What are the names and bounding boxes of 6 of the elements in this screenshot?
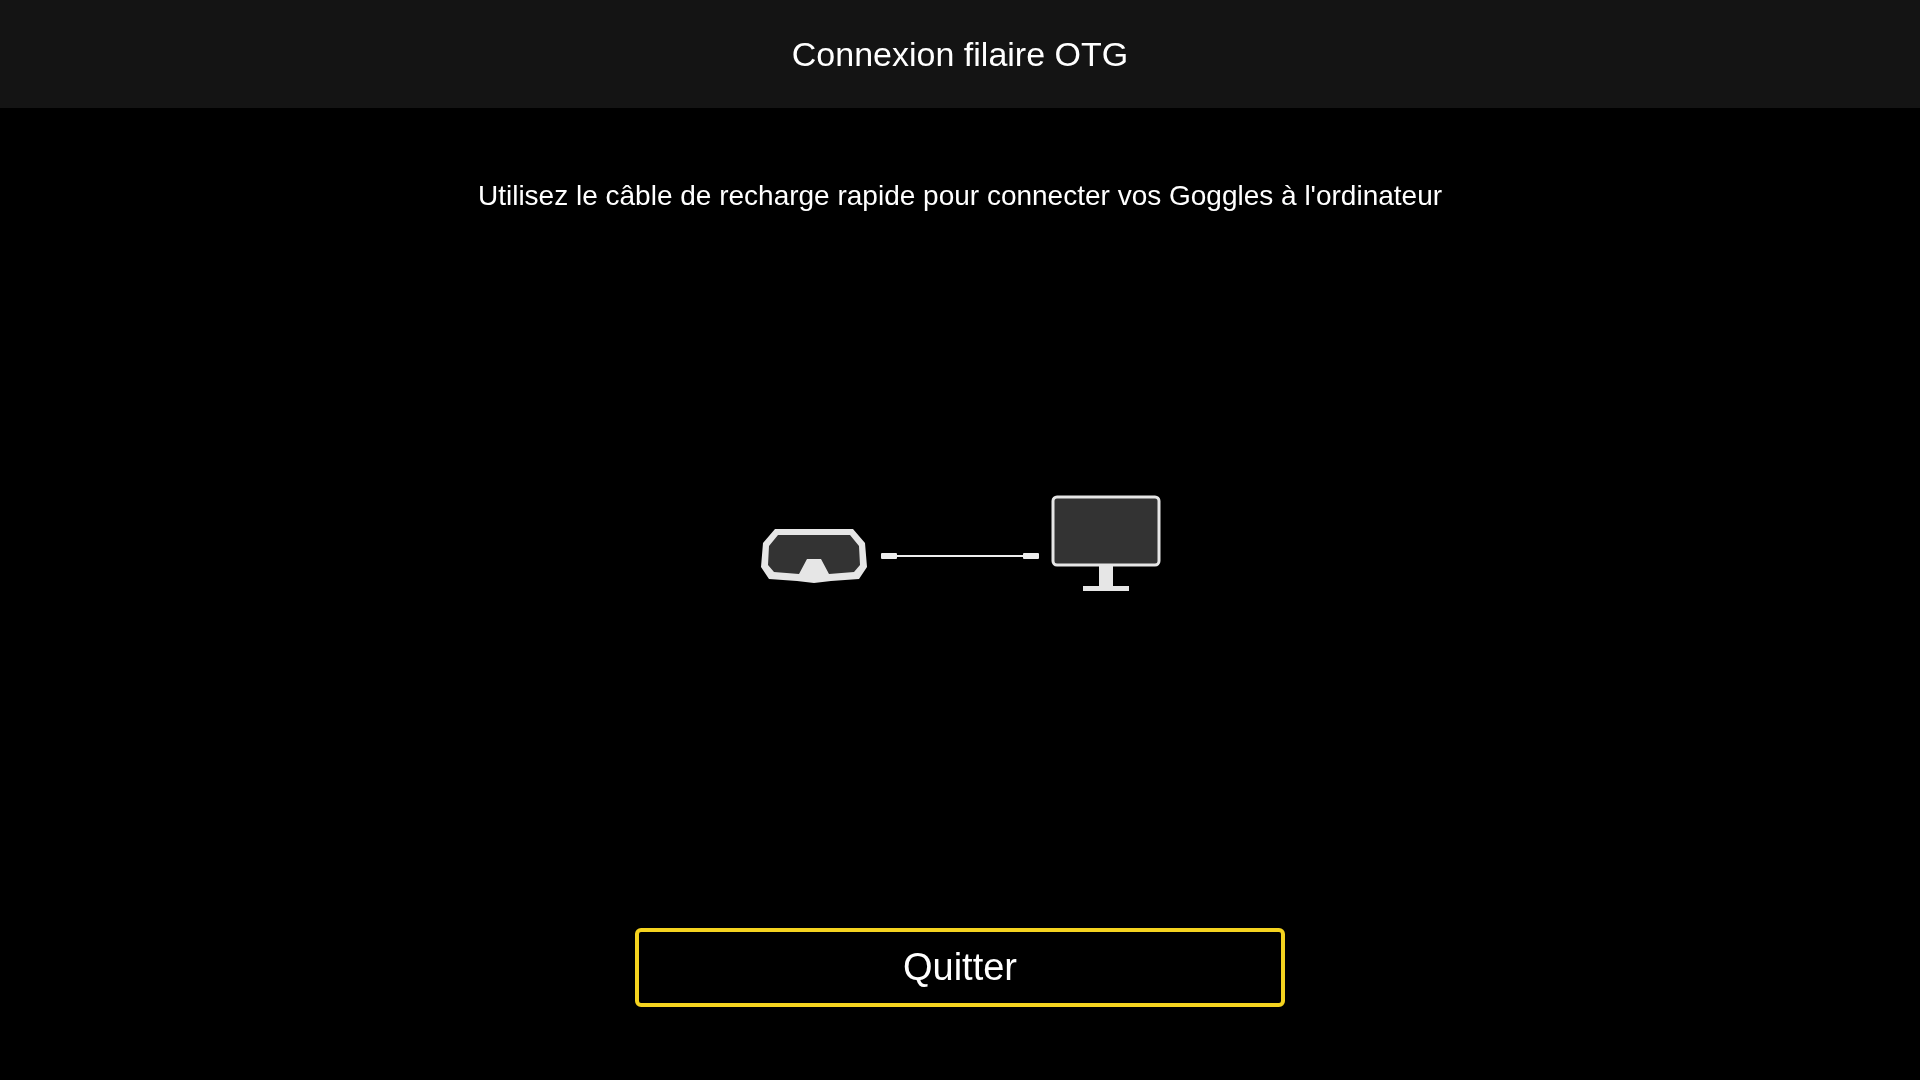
goggles-icon xyxy=(759,527,869,585)
instruction-text: Utilisez le câble de recharge rapide pour connecter vos Goggles à l'ordinateur xyxy=(476,180,1444,212)
quit-button[interactable]: Quitter xyxy=(635,928,1285,1007)
monitor-icon xyxy=(1051,495,1161,593)
cable-icon xyxy=(881,551,1039,561)
window-title: Connexion filaire OTG xyxy=(791,34,1129,74)
